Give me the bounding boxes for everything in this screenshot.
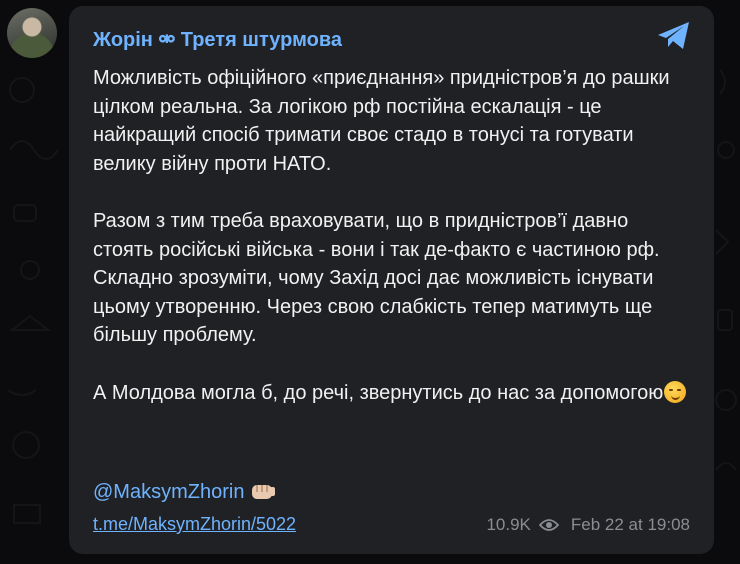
message-bubble: Жорін ⚮ Третя штурмова Можливість офіцій… (69, 6, 714, 554)
telegram-share-icon[interactable] (656, 20, 692, 52)
author-mention[interactable]: @MaksymZhorin (93, 480, 276, 504)
message-paragraph-3-text: А Молдова могла б, до речі, звернутись д… (93, 381, 664, 404)
message-text: Можливість офіційного «приєднання» придн… (93, 64, 693, 407)
post-date: Feb 22 at 19:08 (570, 515, 690, 534)
message-paragraph-1: Можливість офіційного «приєднання» придн… (93, 67, 670, 175)
fist-emoji-icon (252, 485, 276, 499)
post-meta: 10.9K Feb 22 at 19:08 (486, 515, 690, 535)
message-paragraph-2: Разом з тим треба враховувати, що в прид… (93, 209, 660, 347)
channel-name[interactable]: Жорін ⚮ Третя штурмова (93, 27, 342, 52)
view-count: 10.9K (486, 515, 531, 534)
smirk-emoji-icon (664, 380, 687, 403)
post-link[interactable]: t.me/MaksymZhorin/5022 (93, 514, 296, 535)
mention-link[interactable]: @MaksymZhorin (93, 481, 244, 503)
eye-icon (538, 519, 559, 531)
channel-avatar[interactable] (7, 8, 57, 58)
message-paragraph-3: А Молдова могла б, до речі, звернутись д… (93, 379, 693, 408)
